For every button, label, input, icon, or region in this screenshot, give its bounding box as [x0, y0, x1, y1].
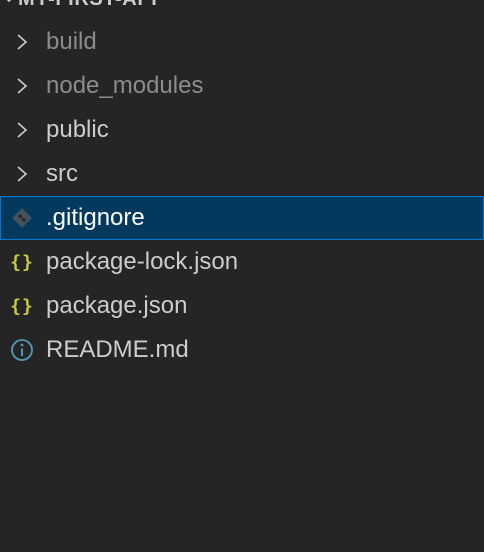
tree-item-label: src — [46, 160, 78, 187]
chevron-right-icon — [8, 108, 36, 152]
tree-item-package-json[interactable]: {} package.json — [0, 284, 484, 328]
file-tree: build node_modules public src .gitignore… — [0, 20, 484, 372]
chevron-right-icon — [8, 20, 36, 64]
chevron-down-icon — [6, 0, 12, 3]
json-icon: {} — [10, 295, 34, 317]
tree-item-gitignore[interactable]: .gitignore — [0, 196, 484, 240]
tree-item-label: package.json — [46, 292, 188, 319]
new-file-icon[interactable] — [302, 0, 334, 8]
file-explorer: MY-FIRST-APP build node_modu — [0, 0, 484, 552]
tree-item-build[interactable]: build — [0, 20, 484, 64]
tree-item-package-lock-json[interactable]: {} package-lock.json — [0, 240, 484, 284]
git-icon — [8, 196, 36, 240]
tree-item-label: public — [46, 116, 109, 143]
tree-item-label: README.md — [46, 336, 189, 363]
tree-item-label: build — [46, 28, 97, 55]
explorer-section-title: MY-FIRST-APP — [18, 0, 165, 11]
refresh-icon[interactable] — [398, 0, 430, 8]
tree-item-readme-md[interactable]: README.md — [0, 328, 484, 372]
json-icon: {} — [10, 251, 34, 273]
new-folder-icon[interactable] — [348, 0, 380, 8]
info-icon — [8, 328, 36, 372]
tree-item-label: .gitignore — [46, 204, 145, 231]
tree-item-label: node_modules — [46, 72, 204, 99]
chevron-right-icon — [8, 64, 36, 108]
tree-item-label: package-lock.json — [46, 248, 239, 275]
explorer-section-header[interactable]: MY-FIRST-APP — [0, 0, 484, 14]
chevron-right-icon — [8, 152, 36, 196]
tree-item-node-modules[interactable]: node_modules — [0, 64, 484, 108]
collapse-all-icon[interactable] — [446, 0, 478, 8]
tree-item-src[interactable]: src — [0, 152, 484, 196]
tree-item-public[interactable]: public — [0, 108, 484, 152]
